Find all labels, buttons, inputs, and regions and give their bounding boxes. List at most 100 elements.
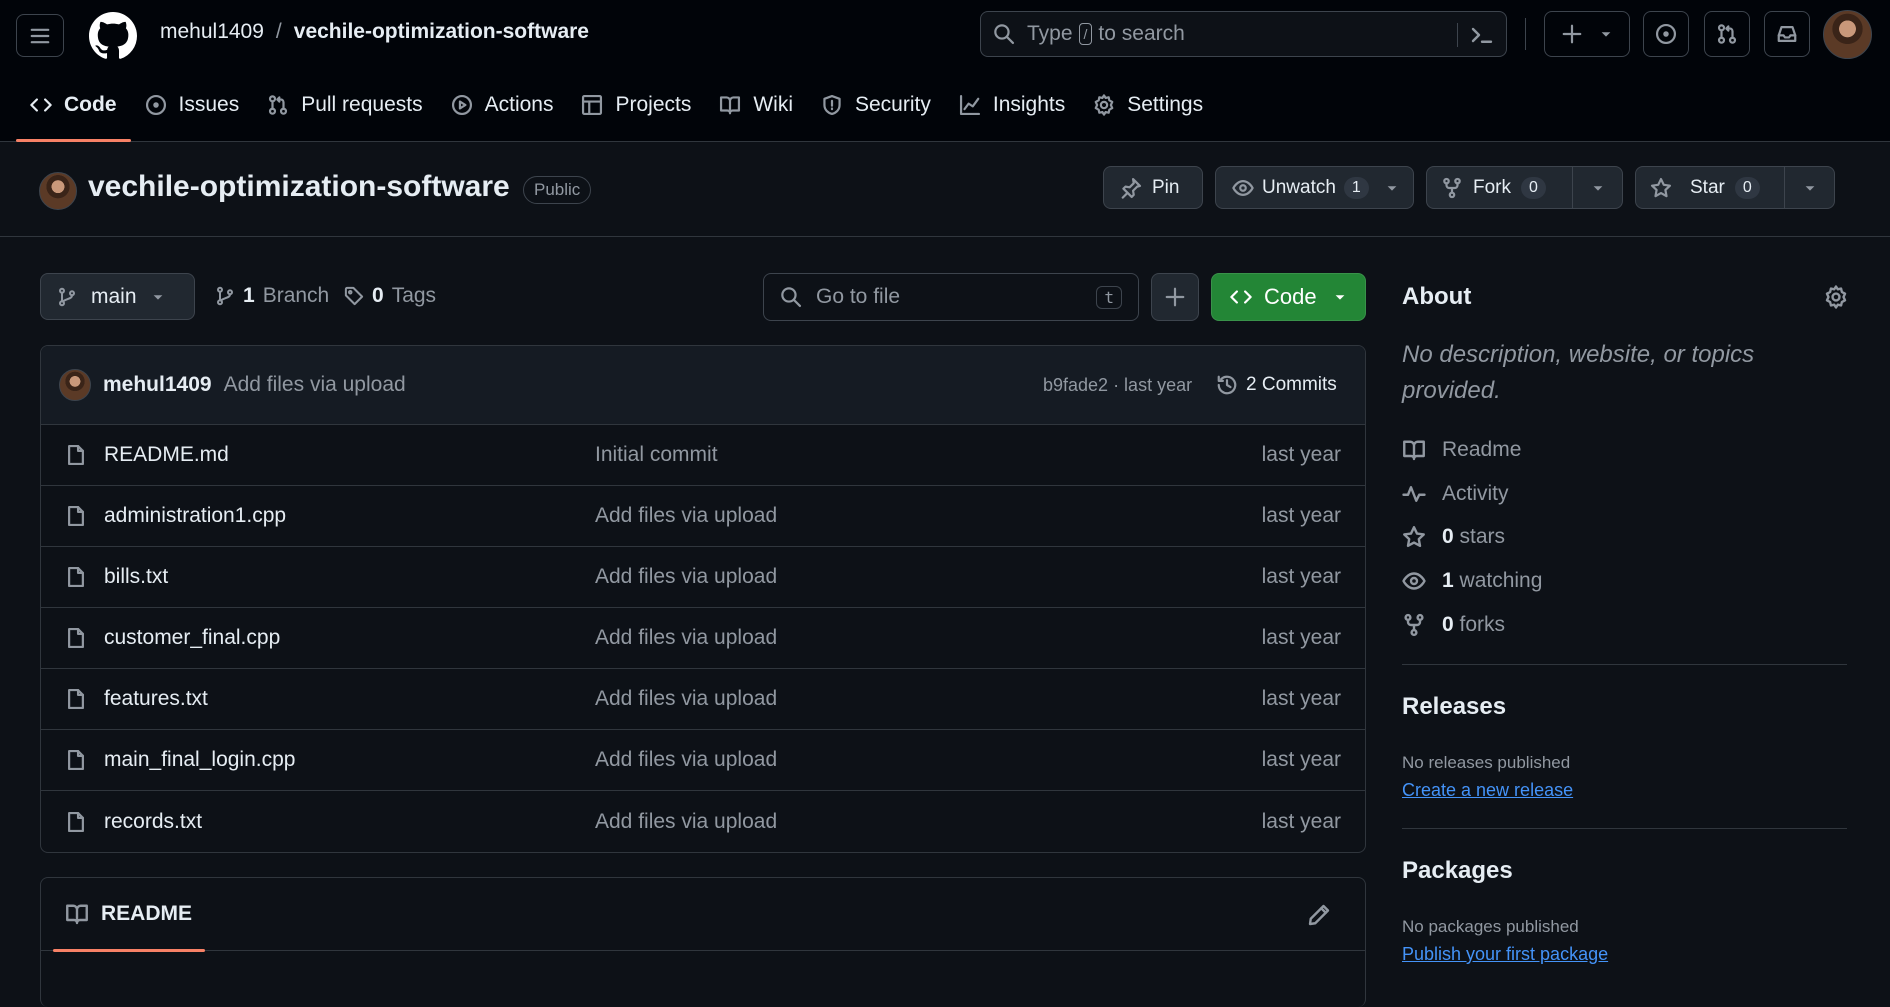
star-button[interactable]: Star 0 [1636, 167, 1774, 208]
commits-link[interactable]: 2 Commits [1216, 374, 1337, 396]
tab-label: Insights [992, 93, 1066, 116]
sidebar-divider [1402, 664, 1847, 665]
go-to-file-input[interactable]: Go to file t [763, 273, 1139, 321]
packages-heading[interactable]: Packages [1402, 857, 1513, 885]
create-release-link[interactable]: Create a new release [1402, 780, 1573, 801]
search-icon [993, 23, 1015, 45]
stars-count: 0 [1442, 525, 1454, 548]
watching-label: watching [1459, 569, 1543, 592]
branches-link[interactable]: 1 Branch [215, 284, 329, 308]
commit-author-avatar[interactable] [59, 369, 91, 401]
breadcrumb-owner-link[interactable]: mehul1409 [160, 20, 264, 44]
file-commit-time: last year [1261, 504, 1341, 527]
command-palette-icon[interactable] [1470, 23, 1494, 47]
file-name[interactable]: README.md [104, 443, 229, 467]
eye-icon [1232, 177, 1254, 199]
commit-message[interactable]: Add files via upload [224, 373, 406, 397]
search-placeholder-suffix: to search [1098, 22, 1185, 45]
unwatch-button[interactable]: Unwatch 1 [1215, 166, 1414, 209]
tab-settings[interactable]: Settings [1079, 68, 1217, 142]
stars-link[interactable]: 0 stars [1402, 525, 1505, 549]
tag-count: 0 [372, 284, 384, 307]
about-heading: About [1402, 283, 1472, 310]
releases-heading[interactable]: Releases [1402, 693, 1506, 721]
file-row[interactable]: README.md Initial commit last year [41, 425, 1365, 486]
file-commit-time: last year [1261, 626, 1341, 649]
file-name[interactable]: bills.txt [104, 565, 168, 589]
file-row[interactable]: records.txt Add files via upload last ye… [41, 791, 1365, 852]
your-pull-requests-button[interactable] [1704, 11, 1750, 57]
tab-projects[interactable]: Projects [567, 68, 705, 142]
file-name[interactable]: main_final_login.cpp [104, 748, 295, 772]
tab-label: Security [855, 93, 931, 116]
file-commit-message[interactable]: Add files via upload [595, 565, 777, 589]
branch-icon [217, 286, 233, 306]
readme-tab[interactable]: README [65, 902, 192, 926]
pin-button[interactable]: Pin [1103, 166, 1203, 209]
commit-hash-time[interactable]: b9fade2 · last year [1043, 375, 1192, 396]
file-commit-message[interactable]: Add files via upload [595, 626, 777, 650]
code-icon [1230, 290, 1252, 304]
file-row[interactable]: main_final_login.cpp Add files via uploa… [41, 730, 1365, 791]
gear-icon[interactable] [1824, 285, 1848, 309]
code-dropdown-button[interactable]: Code [1211, 273, 1366, 321]
fork-dropdown-button[interactable] [1572, 167, 1622, 208]
file-name[interactable]: administration1.cpp [104, 504, 286, 528]
add-file-button[interactable] [1151, 273, 1199, 321]
table-icon [581, 94, 603, 116]
activity-link[interactable]: Activity [1402, 482, 1509, 506]
file-name[interactable]: records.txt [104, 810, 202, 834]
file-commit-message[interactable]: Add files via upload [595, 687, 777, 711]
tab-actions[interactable]: Actions [437, 68, 568, 142]
file-commit-message[interactable]: Add files via upload [595, 504, 777, 528]
pencil-icon[interactable] [1307, 903, 1331, 927]
caret-down-icon [1593, 185, 1602, 191]
tab-issues[interactable]: Issues [131, 68, 254, 142]
watchers-link[interactable]: 1 watching [1402, 569, 1542, 593]
forks-link[interactable]: 0 forks [1402, 613, 1505, 637]
user-avatar[interactable] [1823, 10, 1872, 59]
tab-insights[interactable]: Insights [945, 68, 1079, 142]
tab-pull-requests[interactable]: Pull requests [253, 68, 436, 142]
pin-icon [1120, 177, 1142, 199]
file-commit-message[interactable]: Initial commit [595, 443, 718, 467]
tags-link[interactable]: 0 Tags [344, 284, 436, 308]
menu-button[interactable] [16, 14, 64, 57]
file-commit-message[interactable]: Add files via upload [595, 810, 777, 834]
branch-selector[interactable]: main [40, 273, 195, 320]
breadcrumb-repo-link[interactable]: vechile-optimization-software [294, 20, 589, 44]
github-logo-icon[interactable] [88, 12, 138, 59]
file-row[interactable]: bills.txt Add files via upload last year [41, 547, 1365, 608]
commit-author[interactable]: mehul1409 [103, 373, 212, 397]
packages-note: No packages published [1402, 917, 1579, 936]
publish-package-link[interactable]: Publish your first package [1402, 944, 1608, 965]
readme-panel: README [40, 877, 1366, 1007]
global-search-input[interactable]: Type / to search [980, 11, 1507, 57]
fork-icon [1441, 177, 1463, 199]
file-row[interactable]: customer_final.cpp Add files via upload … [41, 608, 1365, 669]
tab-label: Code [64, 93, 117, 116]
file-row[interactable]: administration1.cpp Add files via upload… [41, 486, 1365, 547]
readme-link[interactable]: Readme [1402, 438, 1521, 462]
notifications-button[interactable] [1764, 11, 1810, 57]
fork-button[interactable]: Fork 0 [1427, 167, 1560, 208]
code-icon [30, 94, 52, 116]
releases-note: No releases published [1402, 753, 1571, 772]
tab-code[interactable]: Code [16, 68, 131, 142]
branch-name: main [91, 284, 137, 308]
file-commit-message[interactable]: Add files via upload [595, 748, 777, 772]
file-row[interactable]: features.txt Add files via upload last y… [41, 669, 1365, 730]
caret-down-icon [1601, 32, 1611, 37]
graph-icon [959, 94, 981, 116]
repo-title[interactable]: vechile-optimization-software [88, 170, 510, 204]
tab-wiki[interactable]: Wiki [705, 68, 807, 142]
create-new-button[interactable] [1544, 11, 1630, 57]
tab-security[interactable]: Security [807, 68, 945, 142]
your-issues-button[interactable] [1643, 11, 1689, 57]
owner-avatar[interactable] [39, 172, 77, 210]
file-name[interactable]: features.txt [104, 687, 208, 711]
forks-label: forks [1459, 613, 1506, 636]
stars-label: stars [1459, 525, 1506, 548]
file-name[interactable]: customer_final.cpp [104, 626, 280, 650]
star-dropdown-button[interactable] [1784, 167, 1834, 208]
